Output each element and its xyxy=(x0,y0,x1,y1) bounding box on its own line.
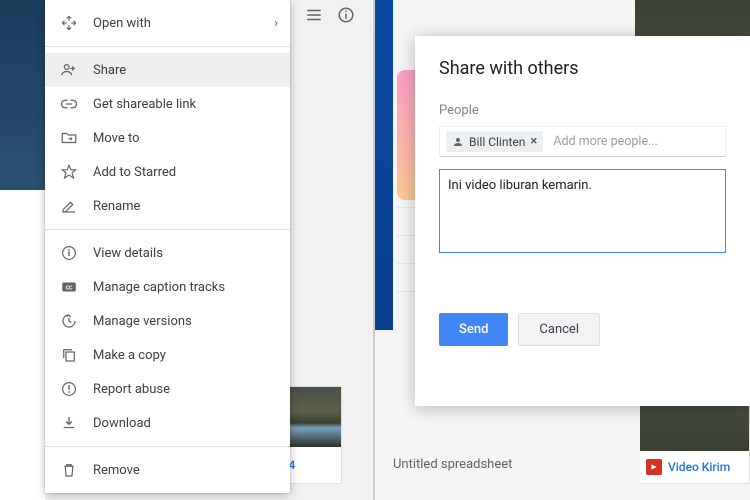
menu-report-abuse[interactable]: Report abuse xyxy=(45,372,290,406)
phone-screenshot-strip xyxy=(375,0,393,330)
chevron-right-icon: › xyxy=(274,16,278,31)
left-background-thumb xyxy=(0,0,45,190)
warning-icon xyxy=(59,379,79,399)
info-icon[interactable] xyxy=(337,6,355,24)
people-input[interactable]: Bill Clinten × Add more people... xyxy=(439,126,726,157)
people-label: People xyxy=(439,103,726,118)
share-title: Share with others xyxy=(439,58,726,79)
open-with-icon xyxy=(59,13,79,33)
left-panel: Open with › Share Get shareable link Mov… xyxy=(0,0,375,500)
share-modal: Share with others People Bill Clinten × … xyxy=(415,36,750,406)
menu-get-link[interactable]: Get shareable link xyxy=(45,87,290,121)
menu-label: Report abuse xyxy=(93,382,170,397)
right-file-name: Video Kirim xyxy=(668,460,730,474)
cc-icon: CC xyxy=(59,277,79,297)
modal-buttons: Send Cancel xyxy=(439,313,726,346)
menu-label: Share xyxy=(93,63,126,78)
menu-label: Manage caption tracks xyxy=(93,280,225,295)
toolbar-icons xyxy=(305,6,355,24)
download-icon xyxy=(59,413,79,433)
menu-label: Move to xyxy=(93,131,140,146)
right-file-bar: Video Kirim xyxy=(640,451,749,483)
cancel-button[interactable]: Cancel xyxy=(518,313,600,346)
chip-remove-icon[interactable]: × xyxy=(530,134,537,149)
menu-divider xyxy=(45,446,290,447)
pencil-icon xyxy=(59,196,79,216)
menu-divider xyxy=(45,229,290,230)
menu-manage-versions[interactable]: Manage versions xyxy=(45,304,290,338)
menu-view-details[interactable]: View details xyxy=(45,236,290,270)
message-textarea[interactable] xyxy=(439,169,726,253)
chip-name: Bill Clinten xyxy=(469,135,525,149)
menu-label: Manage versions xyxy=(93,314,192,329)
menu-remove[interactable]: Remove xyxy=(45,453,290,487)
menu-rename[interactable]: Rename xyxy=(45,189,290,223)
menu-add-star[interactable]: Add to Starred xyxy=(45,155,290,189)
trash-icon xyxy=(59,460,79,480)
menu-caption-tracks[interactable]: CC Manage caption tracks xyxy=(45,270,290,304)
menu-open-with[interactable]: Open with › xyxy=(45,6,290,40)
menu-make-copy[interactable]: Make a copy xyxy=(45,338,290,372)
list-view-icon[interactable] xyxy=(305,6,323,24)
add-people-placeholder: Add more people... xyxy=(553,134,658,149)
svg-text:CC: CC xyxy=(66,285,73,291)
move-folder-icon xyxy=(59,128,79,148)
menu-label: View details xyxy=(93,246,163,261)
menu-label: Download xyxy=(93,416,151,431)
menu-label: Open with xyxy=(93,16,151,31)
send-button[interactable]: Send xyxy=(439,313,508,346)
share-person-icon xyxy=(59,60,79,80)
menu-label: Get shareable link xyxy=(93,97,196,112)
menu-share[interactable]: Share xyxy=(45,53,290,87)
menu-download[interactable]: Download xyxy=(45,406,290,440)
menu-label: Add to Starred xyxy=(93,165,176,180)
history-icon xyxy=(59,311,79,331)
left-background-white xyxy=(0,190,45,500)
menu-label: Rename xyxy=(93,199,140,214)
spreadsheet-label[interactable]: Untitled spreadsheet xyxy=(393,457,512,472)
person-icon xyxy=(452,136,464,148)
link-icon xyxy=(59,94,79,114)
person-chip[interactable]: Bill Clinten × xyxy=(446,131,543,152)
video-file-icon xyxy=(646,459,662,475)
menu-label: Remove xyxy=(93,463,140,478)
copy-icon xyxy=(59,345,79,365)
star-icon xyxy=(59,162,79,182)
info-circle-icon xyxy=(59,243,79,263)
right-panel: MG- Untitled spreadsheet Video Kirim Sha… xyxy=(375,0,750,500)
menu-move-to[interactable]: Move to xyxy=(45,121,290,155)
context-menu: Open with › Share Get shareable link Mov… xyxy=(45,0,290,493)
menu-label: Make a copy xyxy=(93,348,166,363)
menu-divider xyxy=(45,46,290,47)
